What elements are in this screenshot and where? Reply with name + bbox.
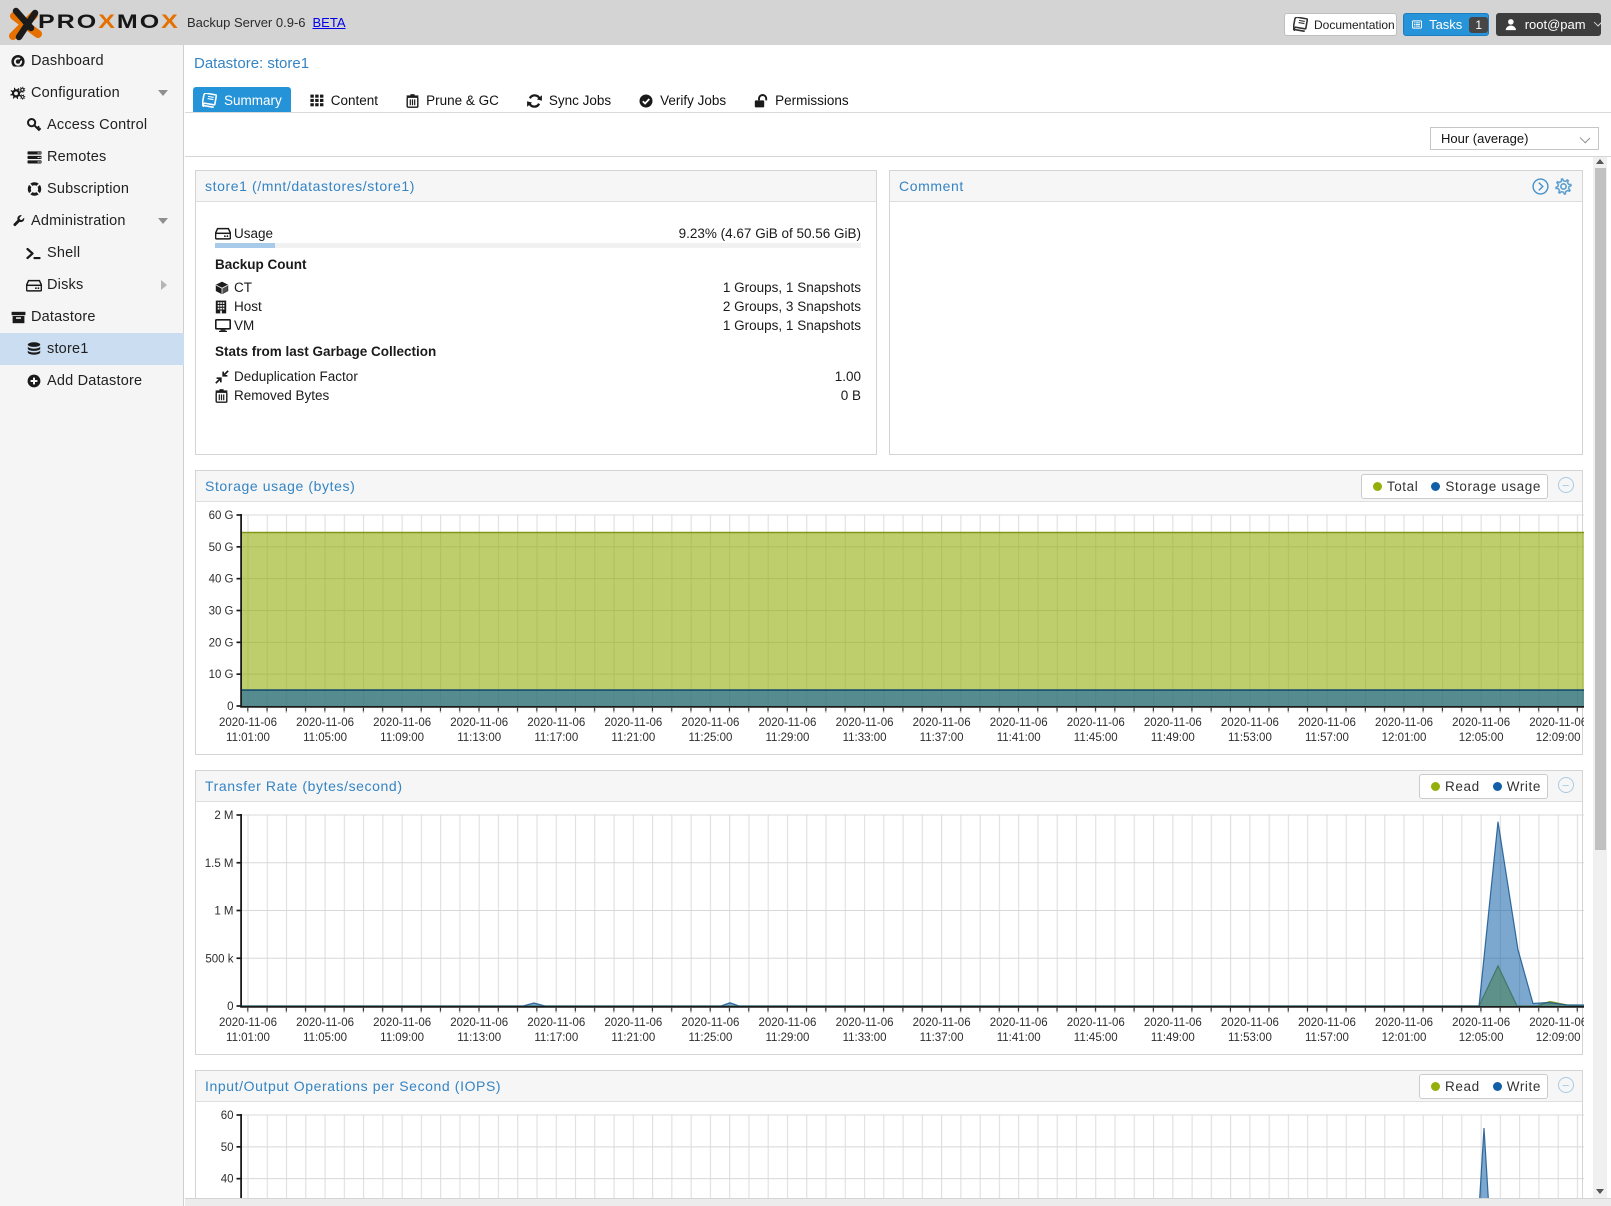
svg-text:2020-11-06: 2020-11-06 bbox=[1375, 1017, 1433, 1029]
svg-text:11:01:00: 11:01:00 bbox=[226, 1032, 270, 1044]
svg-text:11:13:00: 11:13:00 bbox=[457, 732, 501, 744]
svg-text:2020-11-06: 2020-11-06 bbox=[604, 1017, 662, 1029]
svg-text:2020-11-06: 2020-11-06 bbox=[913, 717, 971, 729]
svg-text:50: 50 bbox=[221, 1142, 234, 1154]
svg-text:2020-11-06: 2020-11-06 bbox=[758, 717, 816, 729]
svg-text:11:13:00: 11:13:00 bbox=[457, 1032, 501, 1044]
svg-text:11:33:00: 11:33:00 bbox=[843, 1032, 887, 1044]
svg-text:2020-11-06: 2020-11-06 bbox=[1144, 717, 1202, 729]
svg-text:2020-11-06: 2020-11-06 bbox=[913, 1017, 971, 1029]
svg-text:40 G: 40 G bbox=[209, 574, 234, 586]
svg-text:2020-11-06: 2020-11-06 bbox=[990, 717, 1048, 729]
svg-text:12:09:00: 12:09:00 bbox=[1536, 732, 1581, 744]
svg-text:2020-11-06: 2020-11-06 bbox=[1529, 1017, 1584, 1029]
svg-text:60: 60 bbox=[221, 1110, 234, 1122]
svg-text:1.5 M: 1.5 M bbox=[205, 858, 234, 870]
svg-text:50 G: 50 G bbox=[209, 542, 234, 554]
svg-text:2020-11-06: 2020-11-06 bbox=[1375, 717, 1433, 729]
svg-text:2020-11-06: 2020-11-06 bbox=[1067, 1017, 1125, 1029]
svg-text:11:05:00: 11:05:00 bbox=[303, 732, 347, 744]
svg-text:11:41:00: 11:41:00 bbox=[997, 1032, 1041, 1044]
svg-text:20 G: 20 G bbox=[209, 637, 234, 649]
svg-text:11:49:00: 11:49:00 bbox=[1151, 732, 1195, 744]
svg-text:2020-11-06: 2020-11-06 bbox=[373, 1017, 431, 1029]
svg-text:11:09:00: 11:09:00 bbox=[380, 732, 424, 744]
svg-text:11:17:00: 11:17:00 bbox=[534, 1032, 578, 1044]
svg-text:11:25:00: 11:25:00 bbox=[688, 732, 732, 744]
svg-text:2020-11-06: 2020-11-06 bbox=[1221, 717, 1279, 729]
svg-text:2020-11-06: 2020-11-06 bbox=[836, 717, 894, 729]
svg-text:2020-11-06: 2020-11-06 bbox=[604, 717, 662, 729]
svg-text:500 k: 500 k bbox=[205, 953, 233, 965]
svg-text:11:29:00: 11:29:00 bbox=[766, 1032, 810, 1044]
svg-text:11:21:00: 11:21:00 bbox=[611, 1032, 655, 1044]
svg-text:11:45:00: 11:45:00 bbox=[1074, 1032, 1118, 1044]
svg-text:11:53:00: 11:53:00 bbox=[1228, 732, 1272, 744]
svg-text:11:25:00: 11:25:00 bbox=[688, 1032, 732, 1044]
svg-text:12:09:00: 12:09:00 bbox=[1536, 1032, 1581, 1044]
svg-text:2020-11-06: 2020-11-06 bbox=[296, 1017, 354, 1029]
svg-text:2020-11-06: 2020-11-06 bbox=[758, 1017, 816, 1029]
svg-text:2 M: 2 M bbox=[214, 810, 233, 822]
svg-text:11:01:00: 11:01:00 bbox=[226, 732, 270, 744]
svg-text:2020-11-06: 2020-11-06 bbox=[1221, 1017, 1279, 1029]
svg-text:2020-11-06: 2020-11-06 bbox=[1067, 717, 1125, 729]
svg-text:2020-11-06: 2020-11-06 bbox=[450, 717, 508, 729]
svg-text:12:01:00: 12:01:00 bbox=[1382, 732, 1427, 744]
svg-text:11:45:00: 11:45:00 bbox=[1074, 732, 1118, 744]
svg-text:2020-11-06: 2020-11-06 bbox=[1529, 717, 1584, 729]
svg-text:2020-11-06: 2020-11-06 bbox=[219, 1017, 277, 1029]
svg-text:0: 0 bbox=[227, 701, 233, 713]
svg-text:60 G: 60 G bbox=[209, 510, 234, 522]
svg-text:11:53:00: 11:53:00 bbox=[1228, 1032, 1272, 1044]
svg-text:2020-11-06: 2020-11-06 bbox=[681, 717, 739, 729]
svg-text:11:37:00: 11:37:00 bbox=[920, 1032, 964, 1044]
svg-text:2020-11-06: 2020-11-06 bbox=[527, 717, 585, 729]
svg-text:11:05:00: 11:05:00 bbox=[303, 1032, 347, 1044]
svg-text:10 G: 10 G bbox=[209, 669, 234, 681]
svg-text:11:57:00: 11:57:00 bbox=[1305, 732, 1349, 744]
svg-text:12:05:00: 12:05:00 bbox=[1459, 1032, 1504, 1044]
svg-text:2020-11-06: 2020-11-06 bbox=[527, 1017, 585, 1029]
svg-text:2020-11-06: 2020-11-06 bbox=[1452, 717, 1510, 729]
svg-text:11:29:00: 11:29:00 bbox=[766, 732, 810, 744]
svg-text:2020-11-06: 2020-11-06 bbox=[219, 717, 277, 729]
svg-text:2020-11-06: 2020-11-06 bbox=[1452, 1017, 1510, 1029]
svg-text:2020-11-06: 2020-11-06 bbox=[1144, 1017, 1202, 1029]
svg-text:1 M: 1 M bbox=[214, 906, 233, 918]
svg-text:2020-11-06: 2020-11-06 bbox=[296, 717, 354, 729]
svg-text:2020-11-06: 2020-11-06 bbox=[1298, 1017, 1356, 1029]
svg-text:12:05:00: 12:05:00 bbox=[1459, 732, 1504, 744]
svg-text:2020-11-06: 2020-11-06 bbox=[681, 1017, 739, 1029]
svg-text:0: 0 bbox=[227, 1001, 233, 1013]
svg-text:2020-11-06: 2020-11-06 bbox=[450, 1017, 508, 1029]
svg-text:40: 40 bbox=[221, 1174, 234, 1186]
svg-text:12:01:00: 12:01:00 bbox=[1382, 1032, 1427, 1044]
svg-text:2020-11-06: 2020-11-06 bbox=[836, 1017, 894, 1029]
svg-text:11:17:00: 11:17:00 bbox=[534, 732, 578, 744]
svg-text:11:09:00: 11:09:00 bbox=[380, 1032, 424, 1044]
svg-text:11:49:00: 11:49:00 bbox=[1151, 1032, 1195, 1044]
svg-text:2020-11-06: 2020-11-06 bbox=[373, 717, 431, 729]
svg-text:11:57:00: 11:57:00 bbox=[1305, 1032, 1349, 1044]
svg-text:11:41:00: 11:41:00 bbox=[997, 732, 1041, 744]
svg-text:11:37:00: 11:37:00 bbox=[920, 732, 964, 744]
svg-text:2020-11-06: 2020-11-06 bbox=[990, 1017, 1048, 1029]
svg-text:30 G: 30 G bbox=[209, 606, 234, 618]
svg-text:11:33:00: 11:33:00 bbox=[843, 732, 887, 744]
svg-text:11:21:00: 11:21:00 bbox=[611, 732, 655, 744]
svg-text:2020-11-06: 2020-11-06 bbox=[1298, 717, 1356, 729]
